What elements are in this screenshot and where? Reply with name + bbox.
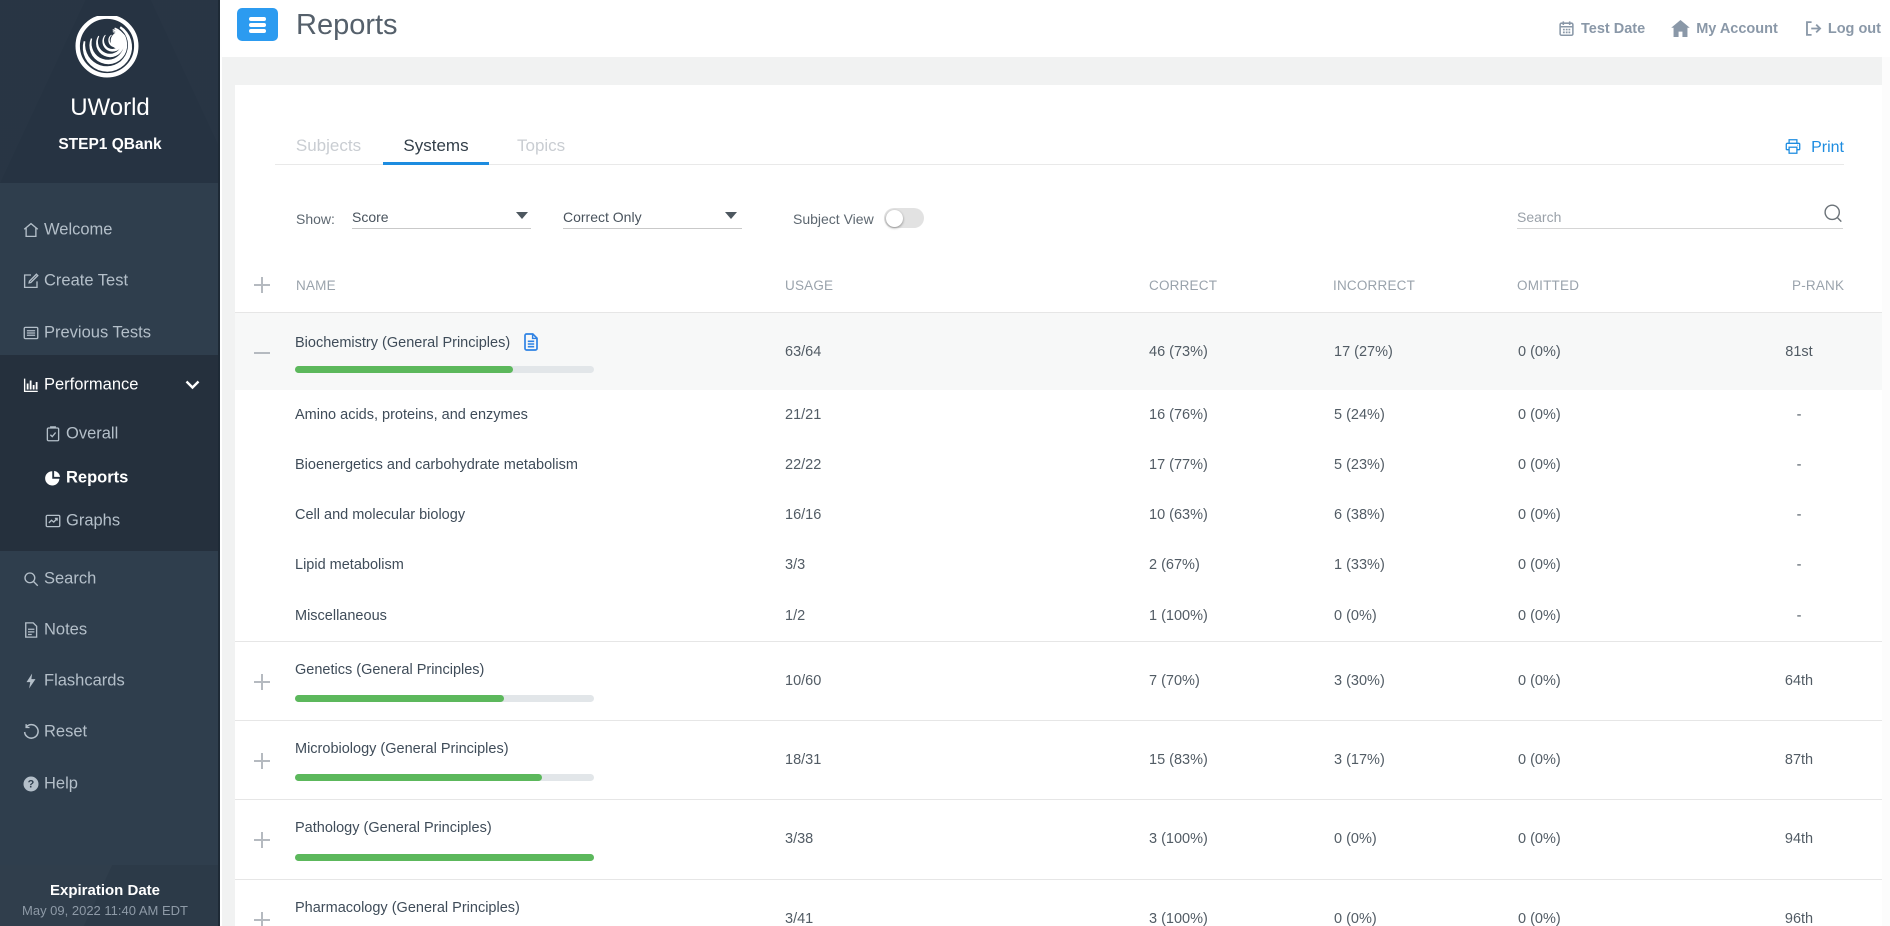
svg-text:?: ? [28, 778, 35, 790]
